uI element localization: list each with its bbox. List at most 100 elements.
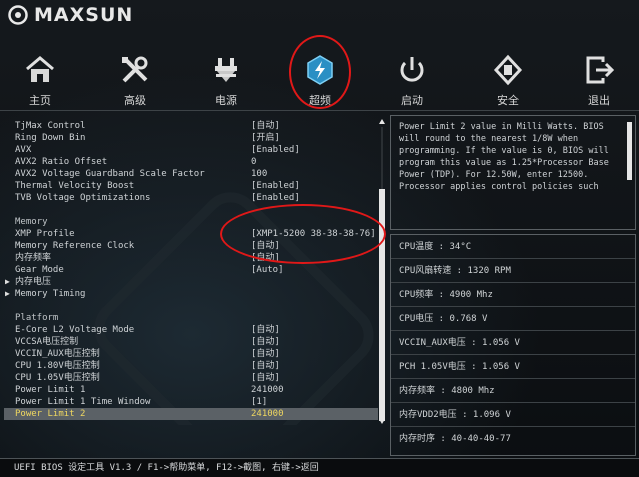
setting-label: Thermal Velocity Boost bbox=[15, 181, 135, 191]
submenu-arrow-icon: ▶ bbox=[5, 277, 10, 286]
setting-value: [自动] bbox=[251, 349, 280, 359]
setting-row-power-limit-1[interactable]: Power Limit 1 241000 bbox=[4, 384, 378, 396]
setting-value: [Enabled] bbox=[251, 145, 300, 155]
footer-text: UEFI BIOS 设定工具 V1.3 / F1->帮助菜单, F12->截图,… bbox=[14, 463, 319, 473]
setting-value: [自动] bbox=[251, 121, 280, 131]
setting-row-power-limit-2[interactable]: Power Limit 2 241000 bbox=[4, 408, 378, 420]
nav-advanced[interactable]: 高级 bbox=[105, 46, 165, 108]
setting-label: VCCSA电压控制 bbox=[15, 337, 79, 347]
status-memory-timing: 内存时序 : 40-40-40-77 bbox=[399, 434, 511, 444]
nav-advanced-label: 高级 bbox=[124, 94, 146, 107]
setting-label: 内存频率 bbox=[15, 253, 52, 263]
setting-row-tjmax[interactable]: TjMax Control [自动] bbox=[4, 120, 378, 132]
hardware-status-panel: CPU温度 : 34°C CPU风扇转速 : 1320 RPM CPU频率 : … bbox=[390, 234, 636, 456]
setting-row-avx[interactable]: AVX [Enabled] bbox=[4, 144, 378, 156]
scroll-up-arrow-icon[interactable] bbox=[379, 119, 385, 124]
setting-row-cpu-180v[interactable]: CPU 1.80V电压控制 [自动] bbox=[4, 360, 378, 372]
submenu-memory-timing[interactable]: ▶ Memory Timing bbox=[4, 288, 378, 300]
nav-home[interactable]: 主页 bbox=[10, 46, 70, 108]
settings-scrollbar[interactable] bbox=[379, 119, 385, 424]
home-icon bbox=[26, 56, 54, 82]
annotation-ellipse bbox=[220, 204, 386, 264]
setting-row-gear-mode[interactable]: Gear Mode [Auto] bbox=[4, 264, 378, 276]
power-icon bbox=[215, 58, 237, 82]
nav-power[interactable]: 电源 bbox=[196, 46, 256, 108]
setting-value: [Auto] bbox=[251, 265, 284, 275]
setting-value: [自动] bbox=[251, 373, 280, 383]
setting-label: TVB Voltage Optimizations bbox=[15, 193, 151, 203]
setting-value: [自动] bbox=[251, 325, 280, 335]
nav-power-label: 电源 bbox=[215, 94, 237, 107]
status-pch-voltage: PCH 1.05V电压 : 1.056 V bbox=[391, 355, 635, 379]
setting-value: [1] bbox=[251, 397, 268, 407]
setting-value: 100 bbox=[251, 169, 268, 179]
setting-value: [自动] bbox=[251, 337, 280, 347]
section-label: Platform bbox=[15, 313, 59, 323]
status-cpu-frequency: CPU频率 : 4900 Mhz bbox=[391, 283, 635, 307]
help-panel: Power Limit 2 value in Milli Watts. BIOS… bbox=[390, 115, 636, 230]
setting-label: XMP Profile bbox=[15, 229, 75, 239]
maxsun-logo: MAXSUN bbox=[8, 4, 133, 26]
setting-row-vccin-aux[interactable]: VCCIN_AUX电压控制 [自动] bbox=[4, 348, 378, 360]
help-text: Power Limit 2 value in Milli Watts. BIOS… bbox=[399, 122, 609, 192]
setting-label: Ring Down Bin bbox=[15, 133, 86, 143]
status-vccin-aux: VCCIN_AUX电压 : 1.056 V bbox=[391, 331, 635, 355]
setting-row-power-limit-1-time-window[interactable]: Power Limit 1 Time Window [1] bbox=[4, 396, 378, 408]
footer-bar: UEFI BIOS 设定工具 V1.3 / F1->帮助菜单, F12->截图,… bbox=[0, 458, 639, 477]
setting-value: 0 bbox=[251, 157, 257, 167]
nav-security[interactable]: 安全 bbox=[478, 46, 538, 108]
setting-value: [Enabled] bbox=[251, 181, 300, 191]
setting-row-ring-down-bin[interactable]: Ring Down Bin [开启] bbox=[4, 132, 378, 144]
maxsun-logo-icon bbox=[8, 5, 28, 25]
nav-exit[interactable]: 退出 bbox=[569, 46, 629, 108]
submenu-arrow-icon: ▶ bbox=[5, 289, 10, 298]
setting-label: Power Limit 1 Time Window bbox=[15, 397, 151, 407]
status-cpu-fan: CPU风扇转速 : 1320 RPM bbox=[391, 259, 635, 283]
help-scrollbar[interactable] bbox=[627, 122, 632, 180]
setting-value: [Enabled] bbox=[251, 193, 300, 203]
nav-boot[interactable]: 启动 bbox=[382, 46, 442, 108]
setting-value: 241000 bbox=[251, 409, 284, 419]
setting-row-cpu-105v[interactable]: CPU 1.05V电压控制 [自动] bbox=[4, 372, 378, 384]
settings-list: TjMax Control [自动] Ring Down Bin [开启] AVX [… bbox=[4, 117, 384, 425]
brand-name: MAXSUN bbox=[34, 4, 134, 26]
setting-label: E-Core L2 Voltage Mode bbox=[15, 325, 135, 335]
setting-label: AVX bbox=[15, 145, 32, 155]
setting-label: CPU 1.05V电压控制 bbox=[15, 373, 100, 383]
setting-row-thermal-velocity-boost[interactable]: Thermal Velocity Boost [Enabled] bbox=[4, 180, 378, 192]
setting-value: 241000 bbox=[251, 385, 284, 395]
boot-icon bbox=[400, 57, 424, 82]
submenu-memory-voltage[interactable]: ▶ 内存电压 bbox=[4, 276, 378, 288]
nav-divider bbox=[0, 110, 639, 111]
annotation-circle bbox=[289, 35, 351, 109]
setting-label: Gear Mode bbox=[15, 265, 64, 275]
setting-label: CPU 1.80V电压控制 bbox=[15, 361, 100, 371]
nav-exit-label: 退出 bbox=[588, 94, 610, 107]
nav-home-label: 主页 bbox=[29, 94, 51, 107]
setting-label: Power Limit 2 bbox=[15, 409, 86, 419]
setting-label: Power Limit 1 bbox=[15, 385, 86, 395]
setting-label: TjMax Control bbox=[15, 121, 86, 131]
setting-row-tvb-voltage[interactable]: TVB Voltage Optimizations [Enabled] bbox=[4, 192, 378, 204]
setting-row-ecore-l2-voltage[interactable]: E-Core L2 Voltage Mode [自动] bbox=[4, 324, 378, 336]
status-memory-frequency: 内存频率 : 4800 Mhz bbox=[391, 379, 635, 403]
setting-row-vccsa[interactable]: VCCSA电压控制 [自动] bbox=[4, 336, 378, 348]
submenu-label: Memory Timing bbox=[15, 289, 86, 299]
scroll-down-arrow-icon[interactable] bbox=[379, 419, 385, 424]
section-label: Memory bbox=[15, 217, 48, 227]
setting-label: Memory Reference Clock bbox=[15, 241, 135, 251]
section-header-platform: Platform bbox=[4, 312, 378, 324]
tools-icon bbox=[122, 56, 148, 83]
setting-label: AVX2 Voltage Guardband Scale Factor bbox=[15, 169, 205, 179]
nav-security-label: 安全 bbox=[497, 94, 519, 107]
nav-boot-label: 启动 bbox=[401, 94, 423, 107]
setting-value: [开启] bbox=[251, 133, 280, 143]
submenu-label: 内存电压 bbox=[15, 277, 52, 287]
status-memory-vdd2: 内存VDD2电压 : 1.096 V bbox=[391, 403, 635, 427]
status-cpu-voltage: CPU电压 : 0.768 V bbox=[391, 307, 635, 331]
setting-row-avx2-ratio-offset[interactable]: AVX2 Ratio Offset 0 bbox=[4, 156, 378, 168]
setting-label: VCCIN_AUX电压控制 bbox=[15, 349, 100, 359]
setting-value: [自动] bbox=[251, 361, 280, 371]
setting-row-avx2-guardband[interactable]: AVX2 Voltage Guardband Scale Factor 100 bbox=[4, 168, 378, 180]
status-cpu-temp: CPU温度 : 34°C bbox=[391, 235, 635, 259]
